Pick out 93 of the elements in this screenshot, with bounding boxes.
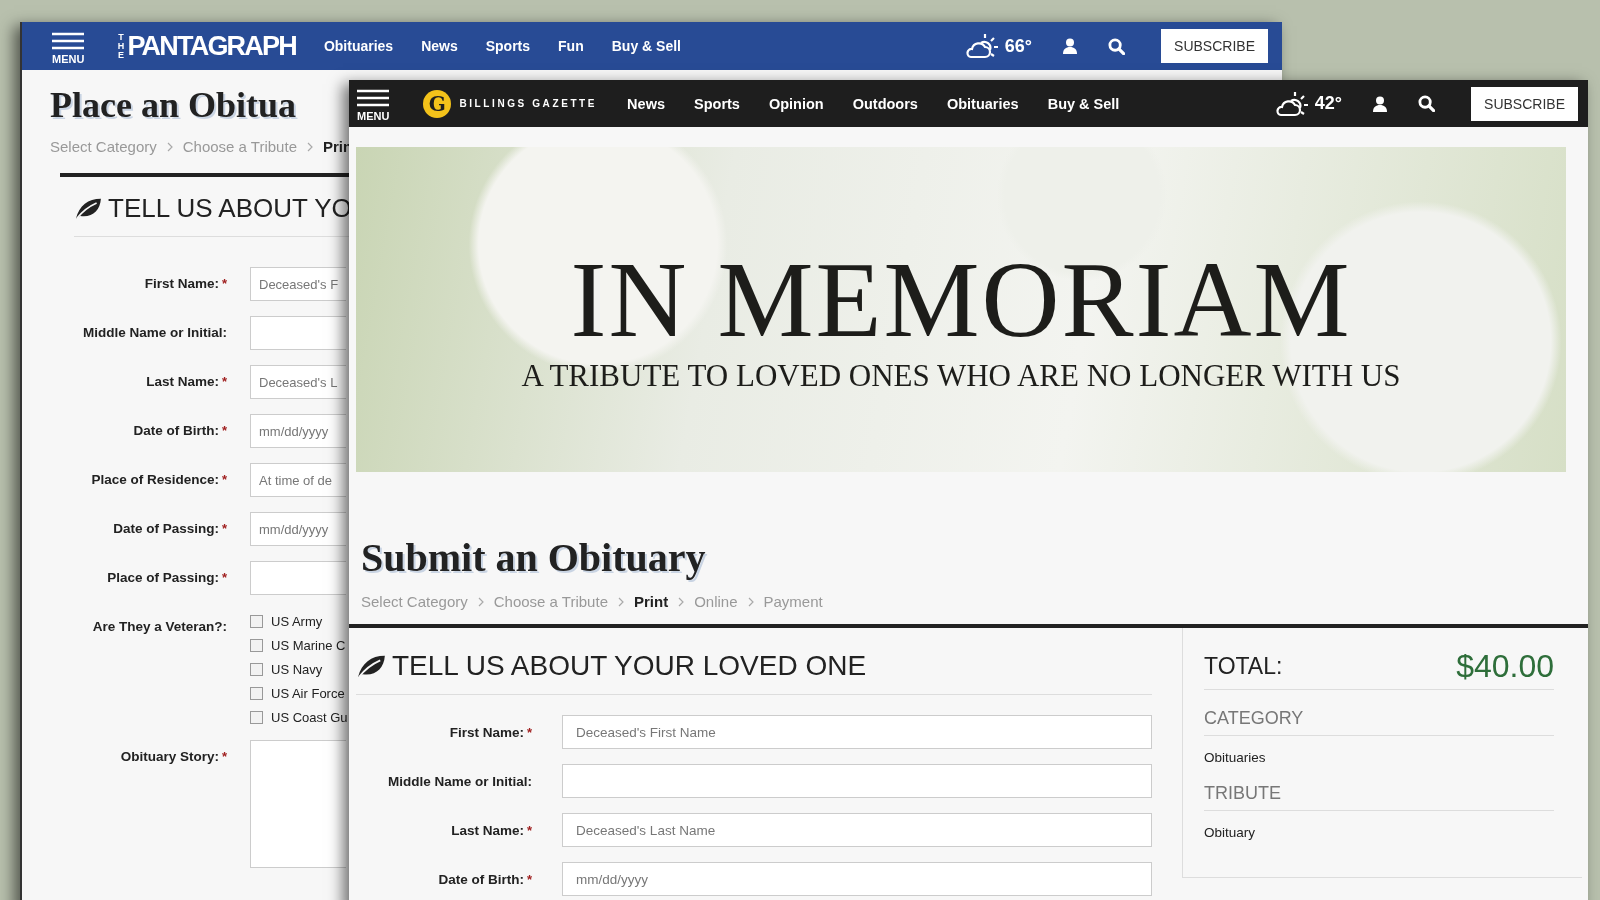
field-label: First Name:	[144, 276, 219, 291]
subscribe-button[interactable]: SUBSCRIBE	[1161, 29, 1268, 63]
logo-small-text: THE	[116, 32, 126, 60]
menu-icon	[52, 31, 85, 50]
field-label: Date of Birth:	[438, 871, 524, 887]
field-label: Obituary Story:	[120, 749, 219, 764]
section-heading: TELL US ABOUT YO	[108, 193, 352, 224]
field-label: Date of Birth:	[133, 423, 219, 438]
field-label: Place of Residence:	[91, 472, 219, 487]
chevron-icon	[166, 141, 173, 152]
nav-link[interactable]: Sports	[485, 38, 531, 54]
nav-link[interactable]: News	[421, 38, 458, 54]
page-title: Submit an Obituary	[361, 534, 706, 581]
subscribe-button[interactable]: SUBSCRIBE	[1471, 86, 1578, 121]
story-textarea[interactable]	[250, 740, 346, 868]
checkbox[interactable]	[250, 663, 263, 676]
nav-link[interactable]: Obituaries	[946, 95, 1019, 112]
checkbox-label: US Coast Gu	[271, 710, 348, 725]
checkbox[interactable]	[250, 687, 263, 700]
required-mark: *	[221, 570, 227, 585]
section-heading: TELL US ABOUT YOUR LOVED ONE	[392, 650, 867, 682]
temperature: 42°	[1314, 93, 1343, 114]
required-mark: *	[526, 871, 532, 887]
checkbox-label: US Navy	[271, 662, 323, 677]
breadcrumb-link[interactable]: Print	[634, 593, 669, 610]
text-field[interactable]: mm/dd/yyyy	[562, 862, 1152, 896]
text-field[interactable]	[562, 764, 1152, 798]
user-icon[interactable]	[1062, 38, 1079, 54]
nav-link[interactable]: News	[627, 95, 665, 112]
menu-icon	[357, 89, 390, 107]
text-field[interactable]	[250, 316, 346, 350]
required-mark: *	[221, 423, 227, 438]
chevron-icon	[307, 141, 313, 152]
text-field[interactable]: mm/dd/yyyy	[250, 414, 346, 448]
field-label: Middle Name or Initial:	[82, 325, 227, 340]
checkbox[interactable]	[250, 711, 263, 724]
nav-link[interactable]: Outdoors	[852, 95, 918, 112]
chevron-icon	[678, 596, 685, 607]
text-field[interactable]: Deceased's F	[250, 267, 346, 301]
search-icon[interactable]	[1108, 37, 1126, 55]
summary-value: Obituaries	[1204, 750, 1267, 765]
field-label: Are They a Veteran?:	[92, 619, 227, 634]
text-field[interactable]	[250, 561, 346, 595]
checkbox[interactable]	[250, 615, 263, 628]
field-label: Middle Name or Initial:	[387, 773, 532, 789]
summary-heading: CATEGORY	[1204, 708, 1554, 736]
text-field[interactable]: mm/dd/yyyy	[250, 512, 346, 546]
site-logo[interactable]: PANTAGRAPH	[127, 32, 296, 60]
required-mark: *	[221, 276, 227, 291]
text-field[interactable]: Deceased's Last Name	[562, 813, 1152, 847]
chevron-icon	[477, 596, 484, 607]
required-mark: *	[526, 822, 532, 838]
menu-button[interactable]: MENU	[351, 85, 396, 122]
logo-emblem[interactable]: G	[423, 89, 452, 118]
menu-button[interactable]: MENU	[46, 27, 91, 65]
checkbox-label: US Marine C	[271, 638, 346, 653]
nav-link[interactable]: Obituaries	[323, 38, 394, 54]
field-label: Place of Passing:	[107, 570, 219, 585]
text-field[interactable]: Deceased's L	[250, 365, 346, 399]
page-title: Place an Obitua	[50, 84, 296, 126]
banner-subtitle: A TRIBUTE TO LOVED ONES WHO ARE NO LONGER WITH US	[521, 357, 1401, 394]
text-field[interactable]: At time of de	[250, 463, 346, 497]
nav-link[interactable]: Buy & Sell	[1047, 95, 1120, 112]
banner-title: IN MEMORIAM	[570, 245, 1352, 354]
temperature: 66°	[1004, 35, 1033, 57]
nav-link[interactable]: Fun	[558, 38, 584, 54]
leaf-icon	[356, 654, 386, 678]
required-mark: *	[221, 521, 227, 536]
required-mark: *	[221, 749, 227, 764]
summary-heading: TRIBUTE	[1204, 783, 1554, 811]
checkbox-label: US Air Force	[271, 686, 345, 701]
checkbox-label: US Army	[271, 614, 323, 629]
total-label: TOTAL:	[1204, 653, 1283, 680]
required-mark: *	[526, 724, 532, 740]
nav-link[interactable]: Buy & Sell	[611, 38, 681, 54]
required-mark: *	[221, 472, 227, 487]
summary-value: Obituary	[1204, 825, 1257, 840]
required-mark: *	[221, 374, 227, 389]
nav-link[interactable]: Opinion	[768, 95, 824, 112]
field-label: Last Name:	[146, 374, 219, 389]
field-label: Date of Passing:	[113, 521, 219, 536]
leaf-icon	[74, 197, 102, 220]
nav-link[interactable]: Sports	[694, 95, 740, 112]
site-logo[interactable]: BILLINGS GAZETTE	[459, 98, 598, 109]
chevron-icon	[618, 596, 624, 607]
chevron-icon	[747, 596, 754, 607]
user-icon[interactable]	[1372, 95, 1389, 112]
total-amount: $40.00	[1456, 648, 1554, 685]
checkbox[interactable]	[250, 639, 263, 652]
search-icon[interactable]	[1418, 95, 1436, 112]
field-label: First Name:	[449, 724, 524, 740]
text-field[interactable]: Deceased's First Name	[562, 715, 1152, 749]
field-label: Last Name:	[451, 822, 524, 838]
